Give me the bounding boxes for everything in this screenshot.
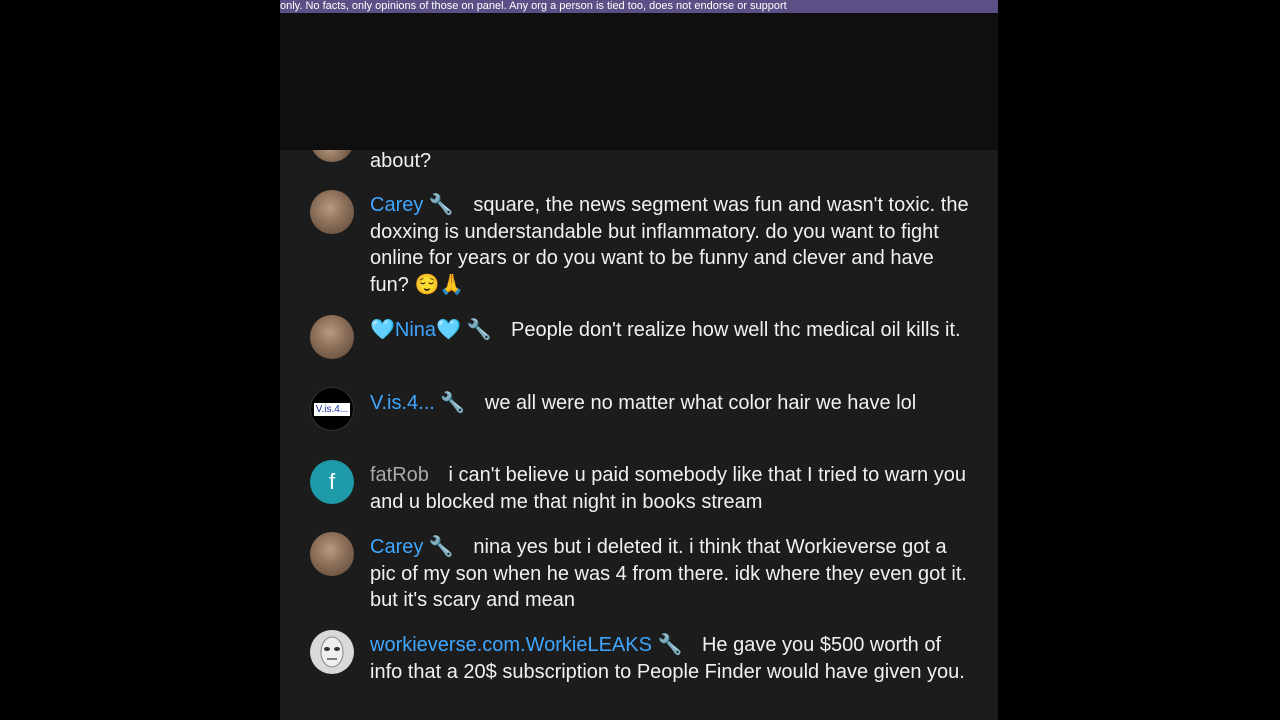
author-name[interactable]: V.is.4... 🔧 [370, 392, 465, 414]
message-text: i can't believe u paid somebody like tha… [370, 464, 966, 513]
message-text: square, the news segment was fun and was… [370, 194, 969, 296]
wrench-icon: 🔧 [428, 536, 454, 558]
author-name[interactable]: Carey 🔧 [370, 536, 454, 558]
message-text: People don't realize how well thc medica… [510, 319, 961, 341]
author-name[interactable]: 🩵Nina🩵 🔧 [370, 319, 491, 341]
message-text: nina yes but i deleted it. i think that … [370, 536, 967, 611]
avatar [310, 630, 354, 674]
heart-icon: 🩵 [370, 319, 395, 341]
ticker-banner: only. No facts, only opinions of those o… [280, 0, 998, 13]
avatar [310, 315, 354, 359]
wrench-icon: 🔧 [428, 194, 454, 216]
author-name[interactable]: fatRob [370, 464, 429, 486]
wrench-icon: 🔧 [440, 392, 466, 414]
chat-header-overlay [280, 13, 998, 150]
avatar [310, 532, 354, 576]
message-text: we all were no matter what color hair we… [484, 392, 917, 414]
wrench-icon: 🔧 [466, 319, 492, 341]
avatar: f [310, 460, 354, 504]
message-text: about? [370, 150, 432, 172]
live-chat-panel: only. No facts, only opinions of those o… [280, 0, 998, 720]
author-name[interactable]: workieverse.com.WorkieLEAKS 🔧 [370, 634, 682, 656]
author-name[interactable]: Carey 🔧 [370, 194, 454, 216]
avatar: V.is.4... [310, 387, 354, 431]
wrench-icon: 🔧 [657, 634, 683, 656]
avatar [310, 190, 354, 234]
face-icon [320, 636, 344, 668]
heart-icon: 🩵 [436, 319, 461, 341]
